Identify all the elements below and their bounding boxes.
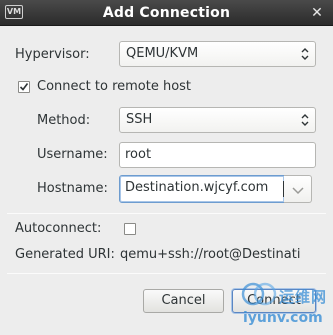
autoconnect-label: Autoconnect:	[15, 221, 102, 236]
remote-host-checkbox[interactable]	[18, 81, 30, 93]
dialog-body: Hypervisor: QEMU/KVM Connect to remote h…	[0, 26, 333, 335]
window-title: Add Connection	[102, 5, 231, 21]
connect-button[interactable]: Connect	[232, 289, 316, 313]
hostname-dropdown-button[interactable]	[284, 175, 312, 203]
checkmark-icon	[19, 83, 29, 91]
hostname-label: Hostname:	[37, 181, 108, 196]
username-value: root	[125, 147, 152, 162]
method-select[interactable]: SSH	[119, 107, 316, 133]
generated-uri-value: qemu+ssh://root@Destinati	[120, 247, 301, 262]
hypervisor-select[interactable]: QEMU/KVM	[119, 41, 316, 67]
remote-host-label[interactable]: Connect to remote host	[37, 79, 191, 94]
window-titlebar: VM Add Connection ✕	[0, 0, 333, 26]
method-label: Method:	[37, 113, 91, 128]
username-field[interactable]: root	[119, 142, 316, 168]
hostname-value: Destination.wjcyf.com	[125, 180, 269, 195]
close-icon[interactable]: ✕	[309, 5, 325, 21]
method-value: SSH	[126, 112, 153, 127]
hostname-field[interactable]: Destination.wjcyf.com	[119, 175, 285, 203]
up-down-chevron-icon	[301, 114, 309, 126]
generated-uri-label: Generated URI:	[15, 247, 115, 262]
hypervisor-label: Hypervisor:	[15, 47, 90, 62]
chevron-down-icon	[292, 187, 304, 195]
separator	[7, 213, 326, 214]
hypervisor-value: QEMU/KVM	[126, 46, 199, 61]
autoconnect-checkbox[interactable]	[124, 223, 136, 235]
cancel-button[interactable]: Cancel	[143, 289, 224, 313]
separator	[7, 273, 326, 274]
hostname-combo[interactable]: Destination.wjcyf.com	[119, 175, 316, 203]
up-down-chevron-icon	[301, 48, 309, 60]
username-label: Username:	[37, 147, 108, 162]
